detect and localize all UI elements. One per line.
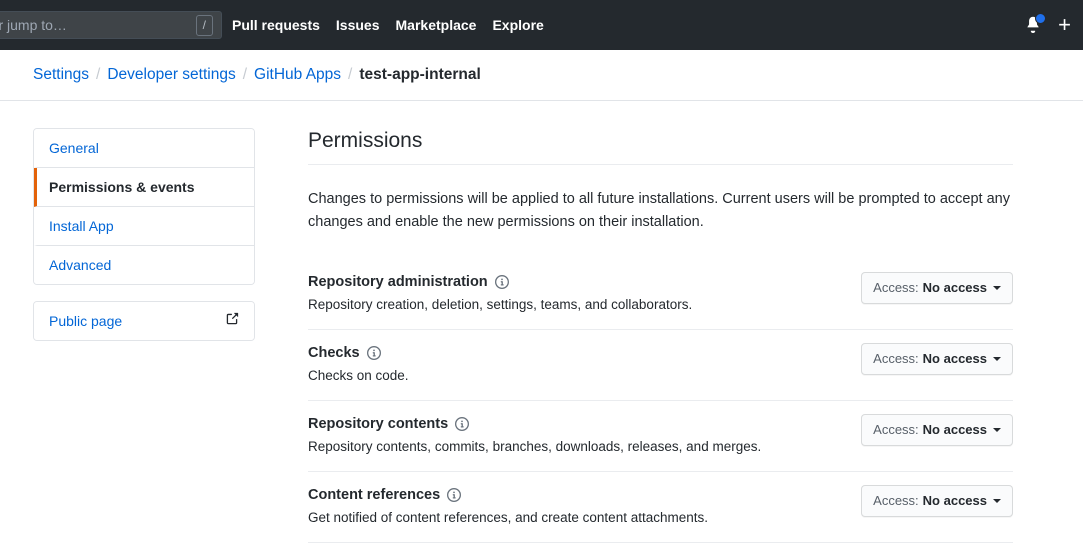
access-label: Access:	[873, 492, 919, 510]
breadcrumb-item-developer-settings[interactable]: Developer settings	[107, 66, 235, 84]
page-title: Permissions	[308, 128, 1013, 154]
permission-description: Repository creation, deletion, settings,…	[308, 296, 692, 314]
title-divider	[308, 164, 1013, 165]
info-icon[interactable]	[447, 488, 461, 502]
breadcrumb-separator: /	[348, 66, 352, 84]
sidebar-item-advanced[interactable]: Advanced	[34, 246, 254, 284]
notification-indicator-dot	[1035, 13, 1046, 24]
breadcrumb-separator: /	[243, 66, 247, 84]
access-value: No access	[923, 492, 987, 510]
access-value: No access	[923, 421, 987, 439]
page-body: General Permissions & events Install App…	[0, 101, 1083, 543]
permission-description: Repository contents, commits, branches, …	[308, 438, 761, 456]
permission-text: Repository contents Repository contents,…	[308, 412, 761, 456]
search-placeholder: h or jump to…	[0, 17, 190, 33]
access-value: No access	[923, 350, 987, 368]
app-settings-menu: General Permissions & events Install App…	[33, 128, 255, 285]
sidebar-item-public-page[interactable]: Public page	[34, 302, 254, 340]
chevron-down-icon	[993, 286, 1001, 290]
permission-title: Content references	[308, 485, 708, 505]
breadcrumb-separator: /	[96, 66, 100, 84]
permission-text: Checks Checks on code.	[308, 341, 409, 385]
chevron-down-icon	[993, 428, 1001, 432]
chevron-down-icon	[993, 357, 1001, 361]
plus-icon[interactable]: +	[1058, 14, 1071, 36]
permission-description: Checks on code.	[308, 367, 409, 385]
breadcrumb: Settings / Developer settings / GitHub A…	[33, 66, 481, 84]
sidebar-item-permissions-and-events[interactable]: Permissions & events	[34, 168, 254, 207]
access-value: No access	[923, 279, 987, 297]
header-actions: +	[1024, 0, 1071, 50]
sidebar-item-install-app[interactable]: Install App	[34, 207, 254, 246]
access-dropdown-button[interactable]: Access: No access	[861, 485, 1013, 517]
notifications-button[interactable]	[1024, 15, 1042, 35]
access-label: Access:	[873, 350, 919, 368]
nav-item-marketplace[interactable]: Marketplace	[396, 17, 477, 33]
breadcrumb-item-settings[interactable]: Settings	[33, 66, 89, 84]
permissions-intro-text: Changes to permissions will be applied t…	[308, 188, 1013, 233]
permission-title: Repository administration	[308, 272, 692, 292]
breadcrumb-item-github-apps[interactable]: GitHub Apps	[254, 66, 341, 84]
permission-text: Content references Get notified of conte…	[308, 483, 708, 527]
search-input[interactable]: h or jump to… /	[0, 11, 222, 39]
chevron-down-icon	[993, 499, 1001, 503]
main-content: Permissions Changes to permissions will …	[255, 128, 1083, 543]
access-dropdown-button[interactable]: Access: No access	[861, 343, 1013, 375]
info-icon[interactable]	[495, 275, 509, 289]
permission-description: Get notified of content references, and …	[308, 509, 708, 527]
global-header: h or jump to… / Pull requests Issues Mar…	[0, 0, 1083, 50]
info-icon[interactable]	[455, 417, 469, 431]
sidebar-item-general[interactable]: General	[34, 129, 254, 168]
external-link-icon	[225, 312, 239, 330]
permission-title: Repository contents	[308, 414, 761, 434]
permission-name: Repository contents	[308, 414, 448, 434]
permission-row: Checks Checks on code. Access: No access	[308, 330, 1013, 401]
nav-item-issues[interactable]: Issues	[336, 17, 380, 33]
search-shortcut-badge: /	[196, 15, 213, 36]
access-dropdown-button[interactable]: Access: No access	[861, 272, 1013, 304]
breadcrumb-item-current-app: test-app-internal	[359, 66, 480, 84]
permission-name: Repository administration	[308, 272, 488, 292]
settings-sidebar: General Permissions & events Install App…	[33, 128, 255, 543]
permission-name: Content references	[308, 485, 440, 505]
permission-title: Checks	[308, 343, 409, 363]
access-dropdown-button[interactable]: Access: No access	[861, 414, 1013, 446]
nav-item-pull-requests[interactable]: Pull requests	[232, 17, 320, 33]
permission-row: Repository contents Repository contents,…	[308, 401, 1013, 472]
info-icon[interactable]	[367, 346, 381, 360]
access-label: Access:	[873, 421, 919, 439]
search-container: h or jump to… /	[0, 11, 222, 39]
breadcrumb-bar: Settings / Developer settings / GitHub A…	[0, 50, 1083, 101]
access-label: Access:	[873, 279, 919, 297]
public-page-menu: Public page	[33, 301, 255, 341]
permission-row: Content references Get notified of conte…	[308, 472, 1013, 543]
nav-item-explore[interactable]: Explore	[492, 17, 543, 33]
sidebar-item-label: Public page	[49, 312, 122, 330]
permission-row: Repository administration Repository cre…	[308, 259, 1013, 330]
primary-nav: Pull requests Issues Marketplace Explore	[232, 17, 544, 33]
permission-name: Checks	[308, 343, 360, 363]
permission-text: Repository administration Repository cre…	[308, 270, 692, 314]
